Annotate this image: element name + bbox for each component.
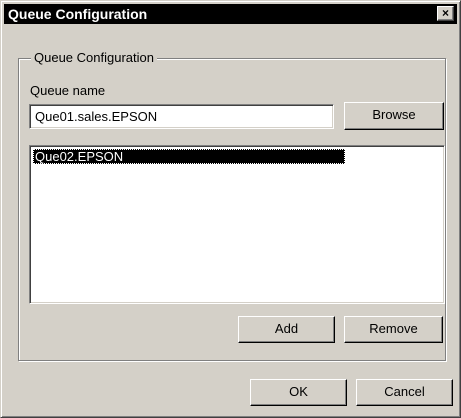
ok-button[interactable]: OK [250, 379, 347, 406]
queue-configuration-dialog: Queue Configuration × Queue Configuratio… [0, 0, 461, 418]
remove-button[interactable]: Remove [344, 316, 443, 343]
close-icon[interactable]: × [437, 6, 454, 21]
title-bar[interactable]: Queue Configuration × [4, 4, 457, 24]
group-legend: Queue Configuration [31, 50, 157, 66]
window-title: Queue Configuration [8, 6, 148, 22]
add-button[interactable]: Add [238, 316, 335, 343]
browse-button[interactable]: Browse [344, 102, 444, 130]
list-item[interactable]: Que02.EPSON [33, 149, 345, 164]
queue-name-label: Queue name [30, 83, 106, 98]
queue-list[interactable]: Que02.EPSON [29, 145, 445, 304]
queue-name-input[interactable]: Que01.sales.EPSON [29, 104, 334, 129]
cancel-button[interactable]: Cancel [356, 379, 453, 406]
